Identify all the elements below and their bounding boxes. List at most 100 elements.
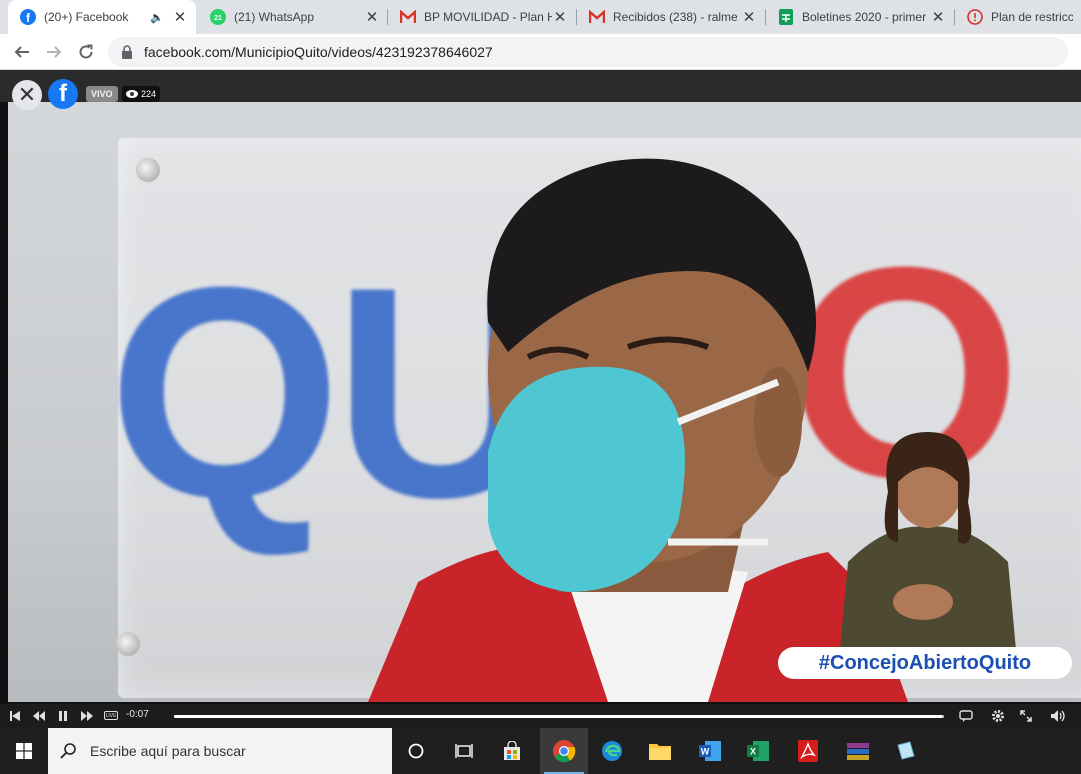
arrow-right-icon <box>47 46 62 58</box>
facebook-icon: f <box>20 9 36 25</box>
tab-title: Boletines 2020 - primer <box>802 10 927 24</box>
sheets-icon <box>778 9 794 25</box>
tab-boletines[interactable]: Boletines 2020 - primer ✕ <box>766 0 954 34</box>
excel-button[interactable]: X <box>734 728 782 774</box>
browser-toolbar: facebook.com/MunicipioQuito/videos/42319… <box>0 34 1081 70</box>
time-remaining: -0:07 <box>126 709 149 720</box>
close-icon[interactable]: ✕ <box>552 8 568 26</box>
arrow-left-icon <box>14 46 29 58</box>
gear-icon <box>992 710 1004 722</box>
cortana-button[interactable] <box>392 728 440 774</box>
skip-previous-icon <box>10 711 20 721</box>
tab-title: (20+) Facebook <box>44 10 129 24</box>
word-button[interactable]: W <box>686 728 734 774</box>
taskbar-search[interactable]: Escribe aquí para buscar <box>48 728 392 774</box>
volume-button[interactable] <box>1048 704 1068 728</box>
store-button[interactable] <box>488 728 536 774</box>
notes-icon <box>897 741 915 760</box>
expand-icon <box>1020 710 1032 722</box>
back-button[interactable] <box>8 38 36 66</box>
windows-icon <box>16 743 32 759</box>
tab-title: Plan de restricció <box>991 10 1073 24</box>
start-button[interactable] <box>0 728 48 774</box>
whatsapp-badge: 21 <box>214 15 222 22</box>
pause-button[interactable] <box>54 704 72 728</box>
viewer-count-value: 224 <box>141 89 157 99</box>
store-icon <box>504 741 520 760</box>
viewer-count: 224 <box>122 86 161 102</box>
close-video-button[interactable]: ✕ <box>12 80 42 110</box>
gmail-icon <box>589 9 605 25</box>
eye-icon <box>126 90 138 98</box>
facebook-logo[interactable]: f <box>48 79 78 109</box>
rewind-button[interactable] <box>30 704 48 728</box>
cortana-icon <box>408 743 424 759</box>
task-view-icon <box>455 744 473 758</box>
whatsapp-icon: 21 <box>210 9 226 25</box>
close-icon[interactable]: ✕ <box>930 8 946 26</box>
folder-icon <box>649 744 671 760</box>
fast-forward-icon <box>81 711 93 721</box>
interpreter-figure <box>838 432 1018 672</box>
windows-taskbar: Escribe aquí para buscar W X <box>0 728 1081 774</box>
excel-icon: X <box>747 741 769 761</box>
player-controls: LIVE -0:07 <box>0 704 1081 728</box>
video-top-strip <box>0 70 1081 102</box>
browser-tab-strip: f (20+) Facebook 🔈 ✕ 21 (21) WhatsApp ✕ … <box>0 0 1081 34</box>
tab-facebook[interactable]: f (20+) Facebook 🔈 ✕ <box>8 0 196 34</box>
acrobat-icon <box>798 740 818 762</box>
tab-whatsapp[interactable]: 21 (21) WhatsApp ✕ <box>198 0 388 34</box>
info-icon <box>967 9 983 25</box>
chrome-icon <box>553 740 576 763</box>
fast-forward-button[interactable] <box>78 704 96 728</box>
url-text: facebook.com/MunicipioQuito/videos/42319… <box>144 44 493 60</box>
progress-bar[interactable] <box>174 715 944 718</box>
reload-icon <box>79 44 93 59</box>
close-icon: ✕ <box>17 82 37 107</box>
hashtag-banner: #ConcejoAbiertoQuito <box>778 647 1072 679</box>
skip-back-button[interactable] <box>6 704 24 728</box>
live-badge: VIVO <box>86 86 118 102</box>
notes-button[interactable] <box>882 728 930 774</box>
lock-icon <box>122 45 132 59</box>
chrome-button[interactable] <box>540 728 588 774</box>
pause-icon <box>59 711 67 721</box>
speaker-icon[interactable]: 🔈 <box>150 11 164 24</box>
task-view-button[interactable] <box>440 728 488 774</box>
winrar-button[interactable] <box>834 728 882 774</box>
panel-bolt <box>116 632 140 656</box>
tab-title: Recibidos (238) - ralme <box>613 10 738 24</box>
progress-fill <box>174 715 942 718</box>
reload-button[interactable] <box>72 38 100 66</box>
search-placeholder: Escribe aquí para buscar <box>90 743 246 759</box>
address-bar[interactable]: facebook.com/MunicipioQuito/videos/42319… <box>108 37 1068 67</box>
settings-button[interactable] <box>988 704 1008 728</box>
comment-button[interactable] <box>956 704 976 728</box>
live-indicator[interactable]: LIVE <box>104 711 118 720</box>
close-icon[interactable]: ✕ <box>172 8 188 26</box>
tab-plan-restriccion[interactable]: Plan de restricció <box>955 0 1081 34</box>
edge-icon <box>602 741 622 761</box>
file-explorer-button[interactable] <box>636 728 684 774</box>
speaker-icon <box>1051 710 1065 722</box>
video-player[interactable]: QU O #ConcejoAbiertoQuito <box>8 102 1081 702</box>
close-icon[interactable]: ✕ <box>364 8 380 26</box>
svg-text:W: W <box>701 747 710 757</box>
acrobat-button[interactable] <box>784 728 832 774</box>
panel-bolt <box>136 158 160 182</box>
tab-recibidos[interactable]: Recibidos (238) - ralme ✕ <box>577 0 765 34</box>
tab-title: BP MOVILIDAD - Plan H <box>424 10 552 24</box>
close-icon[interactable]: ✕ <box>741 8 757 26</box>
edge-button[interactable] <box>588 728 636 774</box>
winrar-icon <box>847 743 869 760</box>
svg-text:X: X <box>750 747 756 757</box>
tab-bp-movilidad[interactable]: BP MOVILIDAD - Plan H ✕ <box>388 0 576 34</box>
comment-icon <box>959 710 973 722</box>
rewind-icon <box>33 711 45 721</box>
tab-title: (21) WhatsApp <box>234 10 315 24</box>
forward-button[interactable] <box>40 38 68 66</box>
word-icon: W <box>699 741 721 761</box>
video-stage: QU O #ConcejoAbiertoQuito ✕ f VIVO 224 <box>0 70 1081 704</box>
fullscreen-button[interactable] <box>1016 704 1036 728</box>
gmail-icon <box>400 9 416 25</box>
